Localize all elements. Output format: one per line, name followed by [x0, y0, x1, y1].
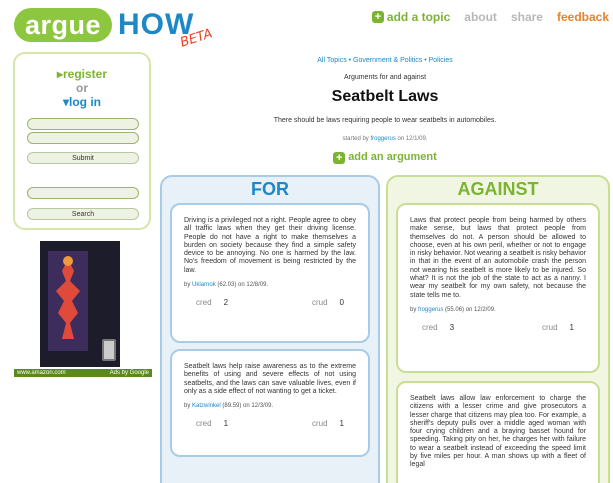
crud-count: 0	[339, 298, 344, 308]
search-input[interactable]	[27, 187, 139, 199]
cred-count: 2	[223, 298, 229, 308]
argument-text: Seatbelt laws allow law enforcement to c…	[410, 395, 586, 469]
started-prefix: started by	[342, 136, 371, 142]
logo-argue: argue	[14, 8, 112, 42]
topic-description: There should be laws requiring people to…	[273, 117, 497, 124]
vote-row: cred 1 crud 1	[184, 419, 356, 428]
login-label: log in	[69, 95, 102, 109]
against-column: AGAINST Laws that protect people from be…	[386, 175, 610, 483]
login-link[interactable]: ▾log in	[15, 95, 149, 109]
add-topic-link[interactable]: + add a topic	[371, 10, 451, 24]
argument-card: Seatbelt laws help raise awareness as to…	[170, 349, 370, 457]
username-input[interactable]	[27, 118, 139, 130]
by-prefix: by	[410, 306, 419, 313]
crud-vote[interactable]: crud 1	[542, 323, 574, 332]
ad-left-link[interactable]: www.amazon.com	[17, 369, 66, 377]
author-link[interactable]: froggerus	[418, 307, 443, 313]
author-link[interactable]: Uklarnok	[192, 282, 216, 288]
top-nav: + add a topic about share feedback	[371, 10, 609, 24]
search-button[interactable]: Search	[27, 208, 139, 220]
share-link[interactable]: share	[511, 10, 543, 24]
cred-label: cred	[422, 322, 438, 332]
page-title: Seatbelt Laws	[331, 88, 439, 105]
against-heading: AGAINST	[457, 179, 539, 199]
by-prefix: by	[184, 403, 193, 410]
password-input[interactable]	[27, 132, 139, 144]
vote-row: cred 2 crud 0	[184, 298, 356, 307]
crud-count: 1	[569, 322, 574, 332]
argument-author: by Uklarnok (62.03) on 12/8/09.	[184, 282, 356, 288]
argument-card: Driving is a privileged not a right. Peo…	[170, 203, 370, 343]
feedback-link[interactable]: feedback	[557, 10, 609, 24]
auth-links: ▸register or ▾log in	[15, 67, 149, 109]
about-link[interactable]: about	[464, 10, 497, 24]
plus-icon: +	[371, 11, 384, 23]
ad-footer: www.amazon.com Ads by Google	[14, 369, 152, 377]
by-suffix: (55.06) on 12/2/09.	[443, 306, 496, 313]
for-column: FOR Driving is a privileged not a right.…	[160, 175, 380, 483]
add-argument-label: add an argument	[348, 151, 437, 163]
ad-banner[interactable]	[40, 241, 120, 367]
argument-text: Seatbelt laws help raise awareness as to…	[184, 363, 356, 395]
plus-icon: +	[333, 152, 346, 164]
crud-label: crud	[311, 298, 328, 308]
cred-count: 1	[223, 419, 229, 429]
for-heading: FOR	[251, 179, 289, 199]
argument-text: Driving is a privileged not a right. Peo…	[184, 217, 356, 274]
crud-vote[interactable]: crud 1	[312, 419, 344, 428]
cred-count: 3	[449, 322, 455, 332]
breadcrumb[interactable]: All Topics • Government & Politics • Pol…	[160, 57, 610, 64]
register-link[interactable]: ▸register	[15, 67, 149, 81]
argument-card: Laws that protect people from being harm…	[396, 203, 600, 373]
kindle-device-graphic	[102, 339, 116, 361]
cred-label: cred	[196, 298, 212, 308]
ad-right-link[interactable]: Ads by Google	[110, 369, 149, 377]
argument-card: Seatbelt laws allow law enforcement to c…	[396, 381, 600, 483]
register-label: register	[63, 67, 108, 81]
cred-label: cred	[196, 419, 212, 429]
started-by: started by froggerus on 12/1/09.	[160, 136, 610, 142]
by-suffix: (62.03) on 12/8/09.	[215, 282, 269, 289]
add-topic-label: add a topic	[386, 10, 451, 24]
or-text: or	[76, 81, 88, 95]
cred-vote[interactable]: cred 2	[196, 298, 228, 307]
cred-vote[interactable]: cred 3	[422, 323, 454, 332]
argument-text: Laws that protect people from being harm…	[410, 217, 586, 299]
argument-author: by Katzwinkel (89.59) on 12/3/09.	[184, 403, 356, 409]
argument-author: by froggerus (55.06) on 12/2/09.	[410, 307, 586, 313]
ad-figure-graphic	[48, 251, 88, 351]
crud-label: crud	[541, 322, 558, 332]
vote-row: cred 3 crud 1	[410, 323, 586, 332]
page-subtitle: Arguments for and against	[343, 74, 427, 81]
by-prefix: by	[184, 282, 193, 289]
author-link[interactable]: Katzwinkel	[192, 403, 221, 409]
login-panel: ▸register or ▾log in Submit Search	[13, 52, 151, 230]
cred-vote[interactable]: cred 1	[196, 419, 228, 428]
started-user-link[interactable]: froggerus	[370, 136, 395, 142]
add-argument-button[interactable]: + add an argument	[160, 151, 610, 164]
crud-count: 1	[339, 419, 344, 429]
by-suffix: (89.59) on 12/3/09.	[220, 403, 274, 410]
crud-label: crud	[311, 419, 328, 429]
submit-button[interactable]: Submit	[27, 152, 139, 164]
crud-vote[interactable]: crud 0	[312, 298, 344, 307]
started-suffix: on 12/1/09.	[395, 136, 428, 142]
